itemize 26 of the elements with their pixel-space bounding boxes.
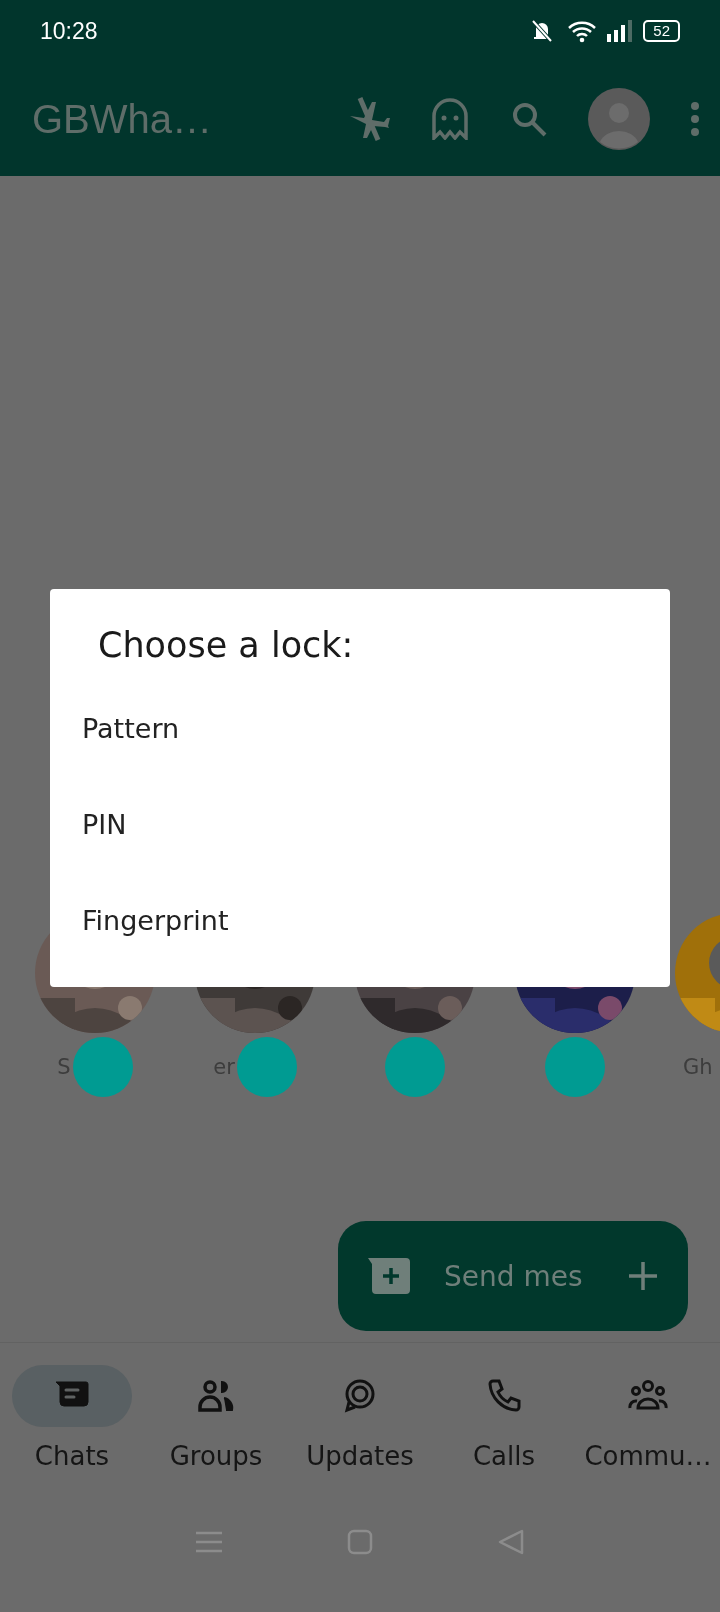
app-title: GBWha… [32,96,214,142]
status-dot [545,1037,605,1097]
status-dot [385,1037,445,1097]
new-message-icon [368,1258,410,1294]
more-options-icon[interactable] [690,101,700,137]
lock-option[interactable]: Fingerprint [50,873,670,969]
signal-icon [607,20,634,42]
lock-option[interactable]: Pattern [50,681,670,777]
profile-avatar-icon[interactable] [588,88,650,150]
lock-option[interactable]: PIN [50,777,670,873]
nav-tab[interactable]: Commu… [576,1365,720,1471]
wifi-icon [567,19,598,43]
nav-tab[interactable]: Groups [144,1365,288,1471]
nav-tab[interactable]: Updates [288,1365,432,1471]
battery-level: 52 [643,20,680,42]
send-message-button[interactable]: Send mes [338,1221,688,1331]
ghost-icon[interactable] [430,98,470,140]
home-square-icon[interactable] [347,1529,373,1555]
menu-icon[interactable] [196,1531,222,1553]
nav-tab[interactable]: Calls [432,1365,576,1471]
search-icon[interactable] [510,100,548,138]
dialog-title: Choose a lock: [97,625,355,665]
clock-time: 10:28 [40,17,98,45]
plus-icon [628,1261,658,1291]
back-icon[interactable] [498,1529,524,1555]
nav-tab[interactable]: Chats [0,1365,144,1471]
